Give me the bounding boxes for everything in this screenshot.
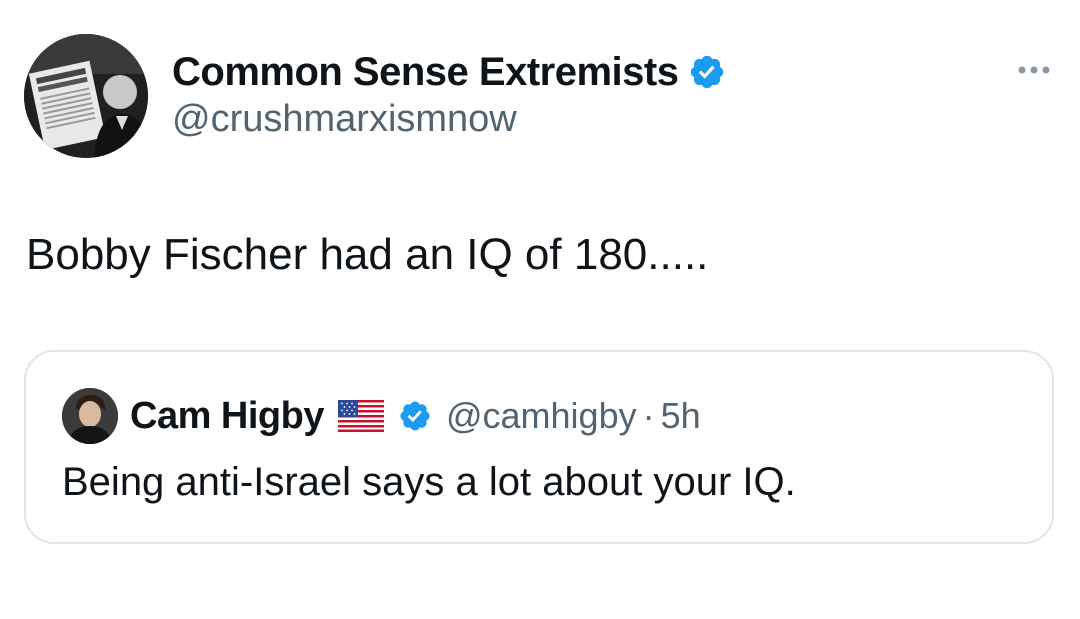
quote-text: Being anti-Israel says a lot about your … (62, 460, 796, 504)
quote-author-handle[interactable]: @camhigby (446, 395, 637, 437)
quote-author-name[interactable]: Cam Higby (130, 395, 324, 438)
author-name[interactable]: Common Sense Extremists (172, 50, 679, 95)
tweet: Common Sense Extremists @crushmarxismnow… (0, 0, 1080, 619)
profile-photo-icon (24, 34, 148, 158)
author-name-row: Common Sense Extremists (172, 48, 726, 96)
separator-dot: · (642, 395, 655, 436)
verified-badge-icon (398, 399, 432, 433)
quoted-tweet-card[interactable]: Cam Higby @camhigby · 5h Being anti-Isra… (24, 350, 1054, 544)
profile-photo-icon (62, 388, 118, 444)
quote-header: Cam Higby @camhigby · 5h (130, 390, 701, 442)
more-options-icon[interactable] (1014, 58, 1054, 82)
quote-avatar[interactable] (62, 388, 118, 444)
author-avatar[interactable] (24, 34, 148, 158)
author-handle[interactable]: @crushmarxismnow (172, 98, 517, 141)
tweet-text: Bobby Fischer had an IQ of 180..... (26, 230, 709, 279)
quote-timestamp[interactable]: 5h (661, 395, 701, 437)
us-flag-icon (337, 400, 384, 432)
verified-badge-icon (688, 53, 726, 91)
